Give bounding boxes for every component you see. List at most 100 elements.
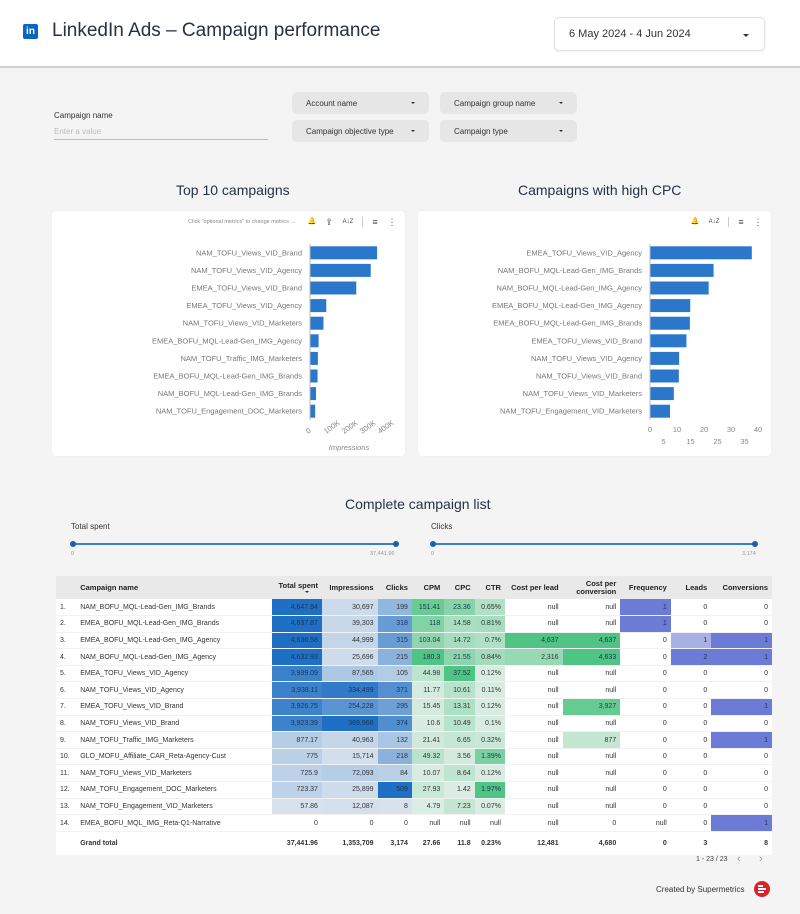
bar[interactable] [650,316,690,330]
col-header-cost-per-conversion[interactable]: Cost per conversion [562,576,621,599]
high-cpc-bar-chart: EMEA_TOFU_Views_VID_Agency NAM_BOFU_MQL-L… [492,244,762,446]
account-name-filter[interactable]: Account name [292,92,429,114]
campaign-name-cell: GLO_MOFU_Affiliate_CAR_Reta-Agency-Cust [76,748,273,766]
next-page-button[interactable]: › [759,853,763,865]
grand-total-frequency: 0 [620,831,671,856]
cost-per-lead-cell: null [504,764,563,783]
table-row[interactable]: 3. EMEA_BOFU_MQL-Lead-Gen_IMG_Agency 4,636… [56,632,772,650]
grand-total-cost-per-lead: 12,481 [504,831,563,856]
table-row[interactable]: 14. EMEA_BOFU_MQL_IMG_Reta-Q1-Narrative 0 0… [56,814,772,832]
table-row[interactable]: 10. GLO_MOFU_Affiliate_CAR_Reta-Agency-Cu… [56,748,772,766]
category-label: NAM_TOFU_Views_VID_Brand [196,248,302,257]
col-header-cpc[interactable]: CPC [444,576,475,599]
total-spent-cell: 57.86 [272,798,322,816]
bar[interactable] [650,281,709,295]
grand-total-clicks: 3,174 [377,831,412,856]
bar[interactable] [650,299,691,313]
col-header-frequency[interactable]: Frequency [620,576,671,599]
col-header-cpm[interactable]: CPM [411,576,445,599]
bar[interactable] [310,404,316,418]
leads-cell: 0 [670,748,712,766]
clicks-slider-track[interactable] [433,543,757,545]
x-tick-label: 400K [376,418,396,435]
date-range-picker[interactable]: 6 May 2024 - 4 Jun 2024 [554,17,765,51]
total-spent-cell: 3,923.39 [272,715,322,733]
bar[interactable] [650,246,752,260]
ctr-cell: 0.65% [474,599,505,617]
bar[interactable] [650,263,714,277]
cpc-cell: 14.72 [444,632,475,650]
conversions-cell: 0 [711,781,772,799]
bar[interactable] [310,387,317,401]
clicks-cell: 218 [377,748,412,766]
prev-page-button[interactable]: ‹ [737,853,741,865]
bar[interactable] [310,369,318,383]
cost-per-conversion-cell: 877 [562,731,621,749]
total-spent-slider-label: Total spent [71,522,110,531]
table-row[interactable]: 9. NAM_TOFU_Traffic_IMG_Marketers 877.17 40… [56,731,772,749]
clicks-slider-min-handle[interactable] [430,541,436,547]
table-row[interactable]: 12. NAM_TOFU_Engagement_DOC_Marketers 723.… [56,781,772,799]
campaign-list-title: Complete campaign list [345,496,491,512]
table-row[interactable]: 5. EMEA_TOFU_Views_VID_Agency 3,939.09 87,5… [56,665,772,683]
clicks-slider-label: Clicks [431,522,453,531]
total-spent-cell: 725.9 [272,764,322,783]
bar[interactable] [650,334,687,348]
leads-cell: 0 [670,764,712,783]
row-number-cell: 14. [56,814,77,832]
col-header-cost-per-lead[interactable]: Cost per lead [504,576,563,599]
row-number-cell: 7. [56,698,77,716]
table-row[interactable]: 6. NAM_TOFU_Views_VID_Agency 3,938.11 334,4… [56,681,772,700]
category-label: NAM_TOFU_Views_VID_Marketers [183,319,303,328]
bar[interactable] [310,246,378,260]
table-row[interactable]: 8. NAM_TOFU_Views_VID_Brand 3,923.39 369,96… [56,715,772,733]
bar[interactable] [650,351,680,365]
total-spent-slider-min-handle[interactable] [70,541,76,547]
cost-per-lead-cell: null [504,698,563,716]
category-label: NAM_BOFU_MQL-Lead-Gen_IMG_Brands [498,266,642,275]
ctr-cell: 0.07% [474,798,505,816]
campaign-objective-type-filter[interactable]: Campaign objective type [292,120,429,142]
impressions-cell: 25,899 [321,781,378,799]
col-header-ctr[interactable]: CTR [474,576,505,599]
table-row[interactable]: 7. EMEA_TOFU_Views_VID_Brand 3,926.75 254,2… [56,698,772,716]
chevron-down-icon [743,34,749,37]
x-axis-title: Impressions [329,443,370,452]
bar[interactable] [310,316,324,330]
col-header-clicks[interactable]: Clicks [377,576,412,599]
col-header-conversions[interactable]: Conversions [711,576,772,599]
table-row[interactable]: 4. NAM_BOFU_MQL-Lead-Gen_IMG_Agency 4,632.… [56,648,772,666]
bar[interactable] [650,387,674,401]
grand-total-row: Grand total 37,441.96 1,353,709 3,174 27.66 1… [56,831,772,856]
bar[interactable] [310,351,318,365]
col-header-leads[interactable]: Leads [670,576,712,599]
x-tick-label: 35 [740,437,748,446]
total-spent-slider-track[interactable] [73,543,397,545]
cost-per-conversion-cell: null [562,665,621,683]
bar[interactable] [650,404,671,418]
row-number-cell: 2. [56,615,77,633]
leads-cell: 0 [670,615,712,633]
campaign-name-input[interactable] [54,124,268,140]
col-header-campaign-name[interactable]: Campaign name [76,576,273,599]
frequency-cell: 1 [620,615,671,633]
cpc-cell: 21.55 [444,648,475,666]
table-row[interactable]: 2. EMEA_BOFU_MQL-Lead-Gen_IMG_Brands 4,637… [56,615,772,633]
col-header-total-spent[interactable]: Total spent [272,576,322,599]
bar[interactable] [310,281,357,295]
clicks-slider-max-handle[interactable] [752,541,758,547]
campaign-type-filter[interactable]: Campaign type [440,120,577,142]
bar[interactable] [650,369,679,383]
impressions-cell: 254,228 [321,698,378,716]
col-header-impressions[interactable]: Impressions [321,576,378,599]
campaign-group-name-filter[interactable]: Campaign group name [440,92,577,114]
bar[interactable] [310,334,319,348]
bar[interactable] [310,299,327,313]
total-spent-slider-max-handle[interactable] [393,541,399,547]
table-row[interactable]: 1. NAM_BOFU_MQL-Lead-Gen_IMG_Brands 4,647.… [56,599,772,617]
table-row[interactable]: 13. NAM_TOFU_Engagement_VID_Marketers 57.8… [56,798,772,816]
bar[interactable] [310,263,371,277]
cpm-cell: 21.41 [411,731,445,749]
ctr-cell: 0.12% [474,764,505,783]
table-row[interactable]: 11. NAM_TOFU_Views_VID_Marketers 725.9 72,0… [56,764,772,783]
